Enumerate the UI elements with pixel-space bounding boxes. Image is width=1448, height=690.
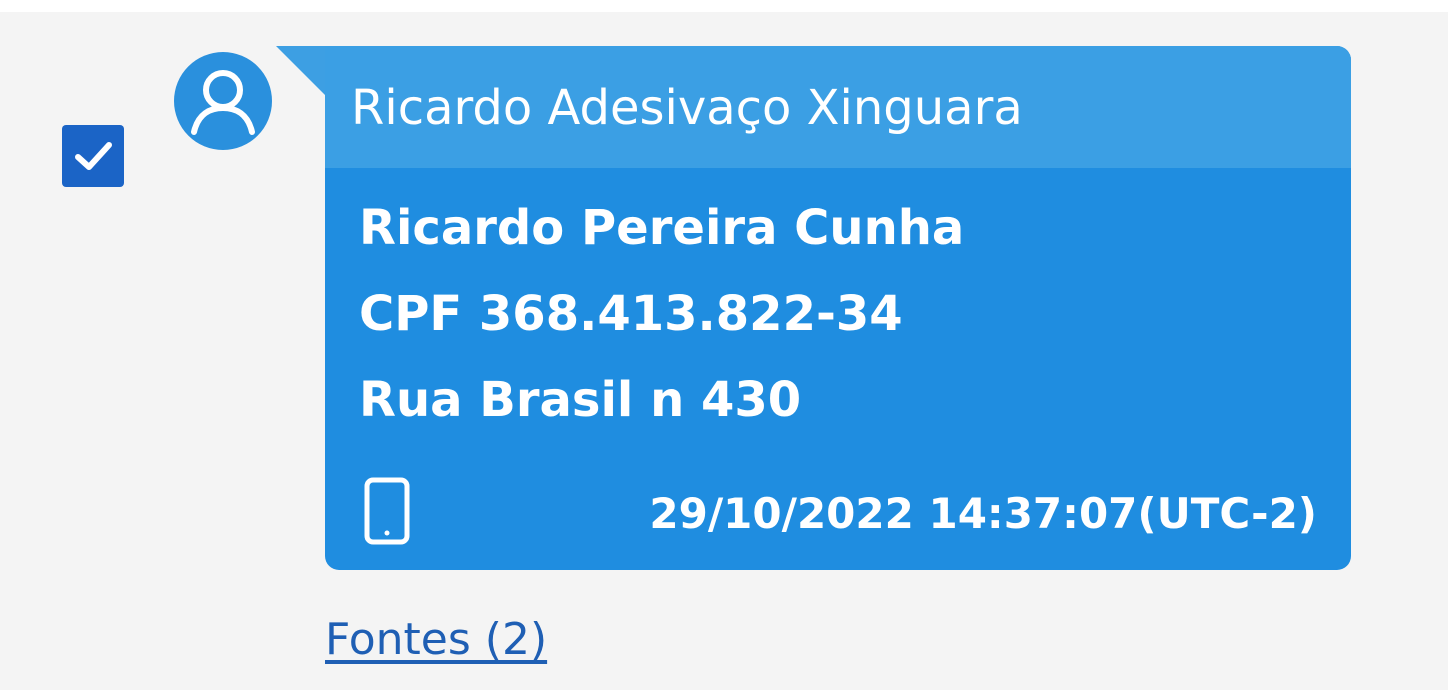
sources-link[interactable]: Fontes (2) — [325, 612, 547, 668]
message-timestamp: 29/10/2022 14:37:07(UTC-2) — [649, 489, 1317, 538]
message-select-checkbox[interactable] — [62, 125, 124, 187]
message-line: Rua Brasil n 430 — [359, 372, 802, 428]
top-divider — [0, 0, 1448, 12]
checkmark-icon — [75, 142, 112, 170]
message-bubble[interactable]: Ricardo Adesivaço Xinguara Ricardo Perei… — [325, 46, 1351, 570]
mobile-phone-icon — [364, 477, 410, 545]
user-icon — [191, 70, 255, 135]
bubble-header: Ricardo Adesivaço Xinguara — [325, 46, 1351, 168]
message-line: Ricardo Pereira Cunha — [359, 200, 965, 256]
bubble-tail — [276, 46, 326, 96]
contact-avatar[interactable] — [174, 52, 272, 150]
sender-name: Ricardo Adesivaço Xinguara — [351, 80, 1023, 136]
message-line: CPF 368.413.822-34 — [359, 286, 903, 342]
